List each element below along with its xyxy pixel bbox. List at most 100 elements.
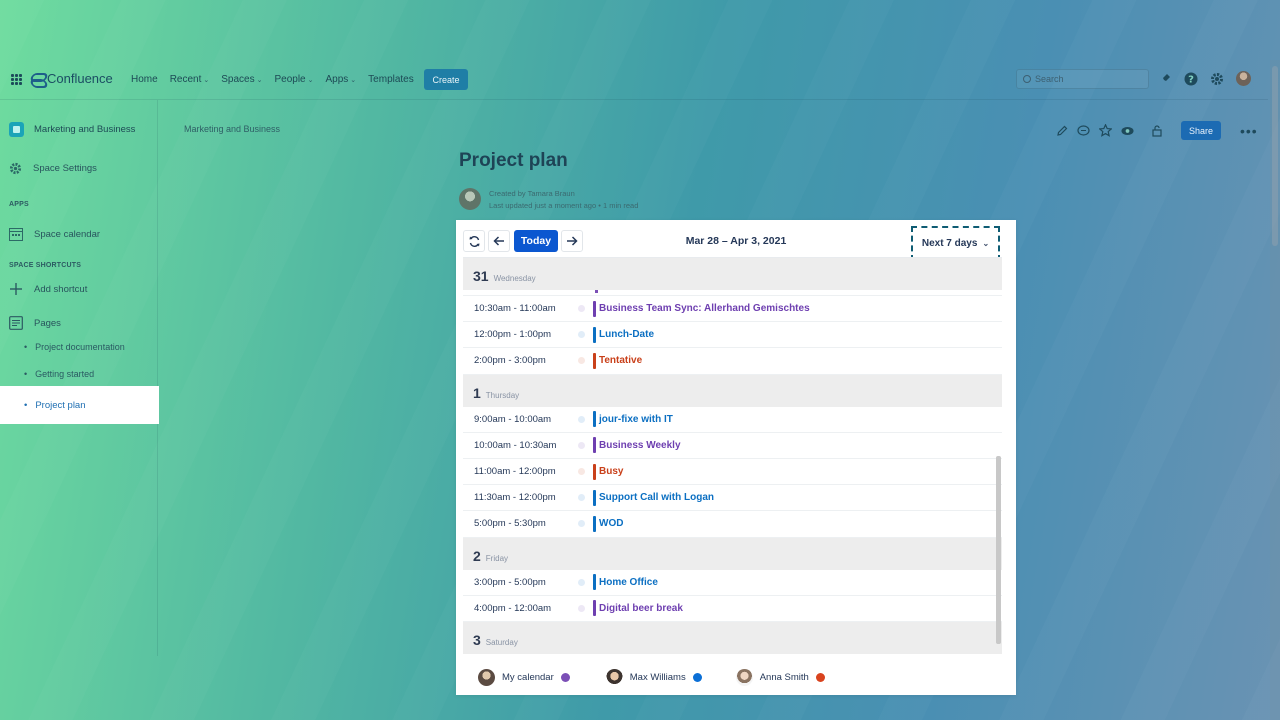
sidebar-space[interactable]: Marketing and Business <box>9 122 135 137</box>
settings-icon[interactable] <box>1210 72 1224 86</box>
event-row[interactable]: 2:00pm - 3:00pm Tentative <box>463 348 1002 375</box>
nav-item-label: People <box>274 74 306 85</box>
event-title[interactable]: Business Team Sync: Allerhand Gemischtes <box>599 303 810 314</box>
page-title: Project plan <box>459 150 568 171</box>
sidebar-item-label: Pages <box>34 317 61 329</box>
event-row[interactable]: 10:00am - 10:30am Business Weekly <box>463 433 1002 459</box>
restrictions-icon[interactable] <box>1151 124 1164 137</box>
user-avatar[interactable] <box>1236 71 1251 86</box>
event-title[interactable]: Home Office <box>599 577 658 588</box>
chevron-down-icon: ⌄ <box>350 76 357 84</box>
event-time: 11:30am - 12:00pm <box>474 492 556 504</box>
event-title[interactable]: Lunch-Date <box>599 329 654 340</box>
sidebar-item-space-calendar[interactable]: Space calendar <box>9 228 100 241</box>
app-switcher-icon[interactable] <box>11 74 22 85</box>
legend-color-dot <box>692 672 702 682</box>
sidebar: Marketing and Business Space Settings AP… <box>0 100 159 656</box>
event-row[interactable]: 11:30am - 12:00pm Support Call with Logan <box>463 485 1002 512</box>
last-updated: Last updated just a moment ago <box>489 201 597 210</box>
search-input[interactable] <box>1035 74 1135 84</box>
read-time: 1 min read <box>602 201 639 210</box>
page-tree-item[interactable]: • Project documentation <box>24 342 125 352</box>
shortcuts-heading: SPACE SHORTCUTS <box>9 262 82 269</box>
event-title[interactable]: jour-fixe with IT <box>599 414 673 425</box>
event-color-bar <box>593 326 596 343</box>
legend-item[interactable]: Max Williams <box>605 668 702 686</box>
page-tree-item-active[interactable]: • Project plan <box>0 386 159 424</box>
bullet-icon: • <box>24 342 28 352</box>
nav-menu: Home Recent ⌄ Spaces ⌄ People ⌄ Apps ⌄ Templates <box>131 74 414 85</box>
event-title[interactable]: Tentative <box>599 355 642 366</box>
event-time: 4:00pm - 12:00am <box>474 602 552 614</box>
more-actions-icon[interactable]: ••• <box>1240 123 1258 139</box>
page-tree-item[interactable]: • Getting started <box>24 369 94 379</box>
event-title[interactable]: Digital beer break <box>599 603 683 614</box>
calendar-legend: My calendar Max Williams Anna Smith <box>456 665 1016 689</box>
space-icon <box>9 122 24 137</box>
top-icons: ? <box>1158 71 1251 86</box>
event-row[interactable]: 3:00pm - 5:00pm Home Office <box>463 570 1002 596</box>
event-row[interactable]: 10:30am - 11:00am Business Team Sync: All… <box>463 296 1002 323</box>
legend-name: Max Williams <box>629 671 686 683</box>
event-row[interactable]: 9:00am - 10:00am jour-fixe with IT <box>463 407 1002 433</box>
search-box[interactable] <box>1016 69 1149 89</box>
nav-item-spaces[interactable]: Spaces ⌄ <box>221 74 262 85</box>
breadcrumb[interactable]: Marketing and Business <box>184 124 280 134</box>
nav-item-people[interactable]: People ⌄ <box>274 74 313 85</box>
create-button[interactable]: Create <box>424 69 468 90</box>
comment-icon[interactable] <box>1077 124 1090 137</box>
legend-color-dot <box>560 672 570 682</box>
event-title[interactable]: Business Weekly <box>599 440 681 451</box>
edit-icon[interactable] <box>1055 124 1068 137</box>
event-color-bar <box>593 300 596 317</box>
chevron-down-icon: ⌄ <box>982 239 990 248</box>
help-icon[interactable]: ? <box>1184 72 1198 86</box>
author-avatar[interactable] <box>459 188 481 210</box>
sidebar-item-add-shortcut[interactable]: Add shortcut <box>9 282 87 296</box>
event-row[interactable]: 11:00am - 12:00pm Busy <box>463 459 1002 486</box>
day-number: 31 <box>473 268 489 284</box>
window-scroll-thumb[interactable] <box>1272 66 1278 246</box>
event-time: 2:00pm - 3:00pm <box>474 355 546 367</box>
page-actions: Share ••• <box>1055 121 1258 140</box>
confluence-logo-icon <box>31 72 43 86</box>
sidebar-item-pages[interactable]: Pages <box>9 316 61 330</box>
nav-item-templates[interactable]: Templates <box>368 74 414 85</box>
star-icon[interactable] <box>1099 124 1112 137</box>
day-header: 1 Thursday <box>463 374 1002 407</box>
day-name: Saturday <box>485 637 518 647</box>
event-time: 11:00am - 12:00pm <box>474 466 556 478</box>
nav-item-apps[interactable]: Apps ⌄ <box>326 74 357 85</box>
legend-item[interactable]: Anna Smith <box>735 668 825 686</box>
nav-item-home[interactable]: Home <box>131 74 158 85</box>
event-row[interactable]: 5:00pm - 5:30pm WOD <box>463 511 1002 538</box>
space-name: Marketing and Business <box>34 124 136 135</box>
event-time: 5:00pm - 5:30pm <box>474 518 546 530</box>
event-title[interactable]: WOD <box>599 518 623 529</box>
event-status-dot <box>578 331 585 339</box>
event-title[interactable]: Support Call with Logan <box>599 492 714 503</box>
event-title[interactable]: Busy <box>599 466 623 477</box>
event-time: 10:30am - 11:00am <box>474 303 556 315</box>
event-status-dot <box>578 441 585 449</box>
day-header: 3 Saturday <box>463 621 1002 654</box>
view-dropdown[interactable]: Next 7 days ⌄ <box>911 226 1000 261</box>
event-status-dot <box>578 415 585 423</box>
nav-item-recent[interactable]: Recent ⌄ <box>170 74 210 85</box>
event-row[interactable]: 12:00pm - 1:00pm Lunch-Date <box>463 322 1002 349</box>
sidebar-item-label: Space calendar <box>34 229 101 240</box>
day-name: Friday <box>485 553 509 563</box>
day-number: 2 <box>473 547 481 564</box>
agenda-scroll-thumb[interactable] <box>996 456 1001 644</box>
event-color-bar <box>593 352 596 369</box>
sidebar-item-space-settings[interactable]: Space Settings <box>9 162 97 175</box>
event-status-dot <box>578 578 585 586</box>
page-tree-label: Project documentation <box>35 342 125 352</box>
legend-item[interactable]: My calendar <box>478 668 570 686</box>
confluence-logo[interactable]: Confluence <box>31 71 113 86</box>
watch-icon[interactable] <box>1121 124 1134 137</box>
event-row[interactable]: 4:00pm - 12:00am Digital beer break <box>463 596 1002 622</box>
share-button[interactable]: Share <box>1181 121 1221 140</box>
notifications-icon[interactable] <box>1158 72 1172 86</box>
legend-color-dot <box>815 672 825 682</box>
